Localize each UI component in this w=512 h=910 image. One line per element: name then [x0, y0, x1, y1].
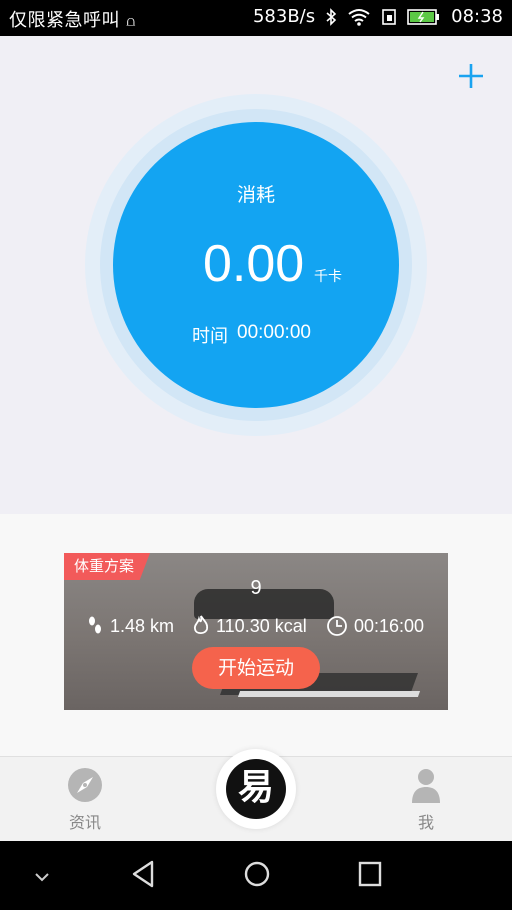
back-button[interactable]: [130, 859, 156, 893]
compass-icon: [68, 768, 102, 802]
distance-value: 1.48 km: [110, 615, 175, 636]
status-bar: 仅限紧急呼叫 ⩍ 583B/s 08:38: [0, 0, 512, 36]
plan-card[interactable]: 体重方案 9 1.48 km 110.30 kcal 00:16:00 开始运动: [64, 553, 448, 710]
distance-stat: 1.48 km: [86, 615, 174, 637]
tab-news[interactable]: 资讯: [45, 757, 125, 842]
time-label: 时间: [192, 326, 228, 347]
battery-icon: [407, 8, 441, 26]
time-value: 00:00:00: [237, 322, 311, 343]
tab-me[interactable]: 我: [386, 757, 466, 842]
home-nav-button[interactable]: [243, 859, 271, 893]
network-speed: 583B/s: [252, 6, 316, 27]
calories-value: 110.30 kcal: [216, 615, 307, 636]
consume-label: 消耗: [236, 184, 275, 206]
recents-button[interactable]: [357, 859, 383, 893]
calories-stat: 110.30 kcal: [192, 615, 307, 637]
footsteps-icon: [89, 616, 101, 634]
bluetooth-icon: [325, 7, 337, 26]
center-home-button[interactable]: 易: [216, 749, 296, 829]
carrier-label: 仅限紧急呼叫: [9, 10, 120, 31]
sim-icon: ⩍: [126, 14, 136, 30]
app-logo: 易: [226, 759, 286, 819]
wifi-icon: [347, 8, 371, 26]
calorie-circle: 消耗 0.00 千卡 时间 00:00:00: [113, 122, 399, 408]
plus-icon: [459, 64, 483, 88]
add-button[interactable]: [455, 62, 487, 94]
fire-icon: [193, 615, 209, 635]
clock-icon: [327, 616, 347, 636]
duration-value: 00:16:00: [354, 615, 425, 636]
back-icon: [132, 860, 154, 888]
tab-bar: 资讯 易 我: [0, 749, 512, 842]
system-nav-bar: [0, 841, 512, 910]
treadmill-image-belt: [237, 691, 421, 697]
calorie-value: 0.00: [203, 235, 305, 293]
clock-time: 08:38: [451, 6, 503, 27]
calorie-unit: 千卡: [314, 269, 342, 285]
plan-tag: 体重方案: [64, 553, 150, 580]
collapse-nav-button[interactable]: [33, 868, 51, 887]
status-right-group: 583B/s 08:38: [253, 6, 503, 27]
recents-icon: [358, 861, 382, 887]
tab-news-label: 资讯: [68, 813, 101, 832]
sim-card-icon: [381, 8, 397, 26]
person-icon: [412, 769, 440, 803]
carrier-text: 仅限紧急呼叫 ⩍: [9, 6, 136, 32]
chevron-down-icon: [35, 873, 49, 882]
home-icon: [244, 861, 270, 887]
start-exercise-button[interactable]: 开始运动: [192, 647, 320, 689]
plan-index: 9: [250, 577, 262, 599]
tab-me-label: 我: [417, 813, 434, 832]
duration-stat: 00:16:00: [326, 615, 424, 637]
